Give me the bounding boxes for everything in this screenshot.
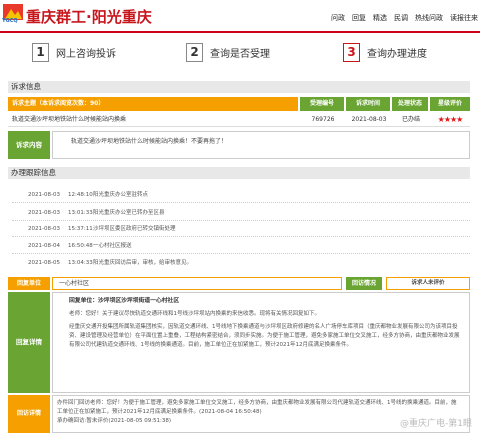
nav-item-huifu[interactable]: 回复 [352, 13, 366, 23]
track-item: 2021-08-03 12:48:10阳光重庆办公室驻转点 [28, 192, 149, 198]
col-subject: 诉求主题（本诉求阅览次数：90） [8, 97, 300, 111]
step-number: 1 [32, 43, 49, 62]
petition-status: 已办结 [401, 116, 420, 123]
reply-detail-label: 回复详情 [8, 292, 50, 393]
col-id: 受理编号 [300, 97, 346, 111]
divider [12, 236, 470, 237]
divider [12, 253, 470, 254]
nav-item-mindiao[interactable]: 民调 [394, 13, 408, 23]
step-label: 网上咨询投诉 [56, 49, 116, 60]
petition-rating-stars: ★★★★ [437, 115, 464, 124]
top-nav: 问政 回复 精选 民调 热线问政 读报往来 [331, 13, 478, 23]
site-title[interactable]: 重庆群工·阳光重庆 [26, 6, 152, 27]
watermark: @重庆广电-第1眼 [400, 419, 472, 429]
nav-item-dubao[interactable]: 读报往来 [450, 13, 478, 23]
petition-date: 2021-08-03 [351, 116, 387, 123]
track-item: 2021-08-04 16:50:48一心村社区报送 [28, 243, 132, 249]
col-status: 处理状态 [392, 97, 430, 111]
divider [12, 220, 470, 221]
petition-section-title: 诉求信息 [8, 81, 470, 93]
reply-paragraph: 经重庆交通开投集团所属轨道集团核实，因轨道交通环线、1号线地下换乘通道与沙坪坝区… [69, 324, 460, 348]
reply-unit-name: 一心村社区 [52, 277, 342, 290]
petition-id: 769726 [311, 116, 335, 123]
divider [12, 202, 470, 203]
petition-table-header: 诉求主题（本诉求阅览次数：90） 受理编号 诉求时间 处理状态 星级评价 [8, 97, 470, 111]
step-accept[interactable]: 2 查询是否受理 [186, 43, 270, 62]
petition-content-label: 诉求内容 [8, 131, 50, 159]
reply-unit-line: 回复单位：沙坪坝区沙坪坝街道一心村社区 [69, 298, 180, 304]
step-consult[interactable]: 1 网上咨询投诉 [32, 43, 116, 62]
track-item: 2021-08-05 13:04:33阳光重庆回访后审，审核，给审核意见。 [28, 260, 193, 266]
track-item: 2021-08-03 15:37:11沙坪坝区委区政府已转交镇街处理 [28, 226, 176, 232]
petition-content: 轨道交通沙坪坝地铁站什么时候能站内换乘！不要再拖了！ [52, 131, 470, 159]
visit-detail-label: 回访详情 [8, 395, 50, 433]
col-date: 诉求时间 [346, 97, 392, 111]
nav-item-jingxuan[interactable]: 精选 [373, 13, 387, 23]
logo-text: YGCQ [2, 18, 18, 24]
reply-detail: 回复单位：沙坪坝区沙坪坝街道一心村社区 老师：您好！关于建议尽快轨道交通环线和1… [52, 292, 470, 393]
reply-unit-label: 回复单位 [8, 277, 50, 290]
visit-detail-text: 办件回门回访老师：您好！为便于施工管理，避免多家施工单位交叉施工，经多方协商，由… [57, 400, 457, 415]
step-label: 查询办理进度 [367, 49, 427, 60]
tracking-section-title: 办理跟踪信息 [8, 167, 470, 179]
visit-status-value: 诉求人未评价 [386, 277, 470, 290]
step-number: 3 [343, 43, 360, 62]
step-label: 查询是否受理 [210, 49, 270, 60]
nav-item-wenzheng[interactable]: 问政 [331, 13, 345, 23]
step-number: 2 [186, 43, 203, 62]
petition-subject: 轨道交通沙坪坝地铁站什么时候能站内换乘 [12, 116, 127, 123]
col-stars: 星级评价 [430, 97, 470, 111]
nav-item-rexian[interactable]: 热线问政 [415, 13, 443, 23]
petition-row: 轨道交通沙坪坝地铁站什么时候能站内换乘 769726 2021-08-03 已办… [8, 113, 470, 127]
track-item: 2021-08-03 13:01:33阳光重庆办公室已转办至区县 [28, 210, 165, 216]
site-header: YGCQ 重庆群工·阳光重庆 问政 回复 精选 民调 热线问政 读报往来 [0, 0, 480, 33]
step-progress[interactable]: 3 查询办理进度 [343, 43, 427, 62]
process-steps: 1 网上咨询投诉 2 查询是否受理 3 查询办理进度 [0, 43, 480, 71]
visit-status-button[interactable]: 回访情况 [346, 277, 382, 290]
reply-paragraph: 老师：您好！关于建议尽快轨道交通环线和1号线沙坪坝站内换乘的来信收悉。现将有关情… [69, 311, 321, 317]
